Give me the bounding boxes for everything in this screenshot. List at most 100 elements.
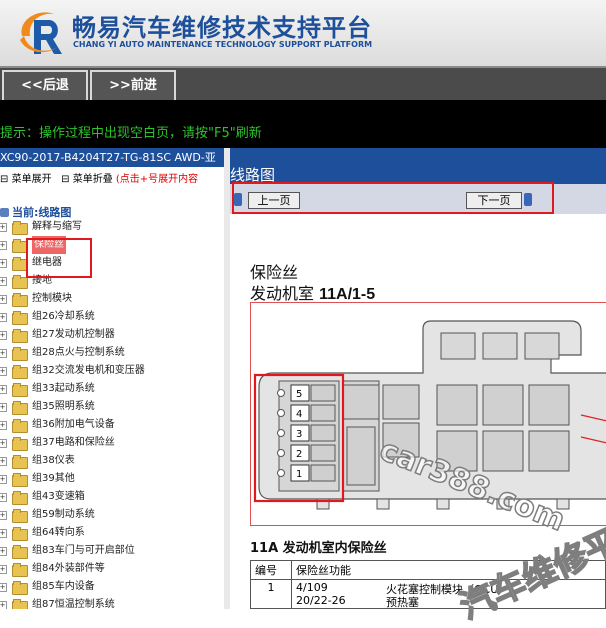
expand-plus-icon[interactable]: + — [0, 529, 7, 538]
sidebar-tree-item-label: 组38仪表 — [32, 455, 75, 466]
sidebar-tree-item-label: 组37电路和保险丝 — [32, 437, 115, 448]
folder-icon — [12, 599, 28, 609]
sidebar-tree-item-label: 组43变速箱 — [32, 491, 85, 502]
sidebar-tree-item-label: 组32交流发电机和变压器 — [32, 365, 145, 376]
sidebar-tree-item-label: 组28点火与控制系统 — [32, 347, 125, 358]
menu-controls: ⊟ 菜单展开 ⊟ 菜单折叠 (点击+号展开内容 — [0, 170, 224, 185]
sidebar-tree-item-label: 控制模块 — [32, 293, 72, 304]
folder-icon — [12, 401, 28, 415]
folder-icon — [12, 329, 28, 343]
expand-plus-icon[interactable]: + — [0, 331, 7, 340]
content-title-bar: 线路图 — [230, 148, 606, 184]
fuse-slot-label: 3 — [296, 429, 302, 440]
fuse-code-a: 4/109 — [296, 581, 328, 594]
collapse-icon[interactable]: ⊟ — [61, 174, 69, 185]
menu-hint: (点击+号展开内容 — [115, 174, 199, 185]
notice-bar: 提示：操作过程中出现空白页，请按"F5"刷新 — [0, 100, 606, 148]
fuse-slot-label: 5 — [296, 389, 302, 400]
fuse-slot-label: 4 — [296, 409, 302, 420]
folder-icon — [12, 563, 28, 577]
expand-plus-icon[interactable]: + — [0, 511, 7, 520]
expand-plus-icon[interactable]: + — [0, 421, 7, 430]
expand-plus-icon[interactable]: + — [0, 547, 7, 556]
document-view: 保险丝 发动机室 11A/1-5 5 4 3 2 1 11A 发动机室内保险丝 … — [230, 214, 606, 609]
back-button[interactable]: <<后退 — [2, 70, 88, 102]
col-function-header: 保险丝功能 — [291, 560, 606, 580]
sidebar: XC90-2017-B4204T27-TG-81SC AWD-亚 ⊟ 菜单展开 … — [0, 148, 230, 609]
fuse-slot-hole-icon — [277, 449, 285, 457]
logo-icon — [20, 12, 62, 54]
fuse-table: 编号 保险丝功能 1 4/109 20/22-26 火花塞控制模块（GCU） 预… — [250, 560, 606, 609]
highlight-box-fuse — [26, 238, 92, 278]
doc-subheading: 发动机室 11A/1-5 — [250, 280, 375, 304]
expand-plus-icon[interactable]: + — [0, 403, 7, 412]
expand-plus-icon[interactable]: + — [0, 223, 7, 232]
sidebar-tree-item-label: 组33起动系统 — [32, 383, 95, 394]
fuse-box-drawing: 5 4 3 2 1 — [253, 320, 606, 510]
sidebar-tree-item-label: 组27发动机控制器 — [32, 329, 115, 340]
folder-icon — [12, 527, 28, 541]
fuse-slot-body — [310, 464, 336, 482]
fuse-slot-hole-icon — [277, 469, 285, 477]
expand-plus-icon[interactable]: + — [0, 259, 7, 268]
expand-plus-icon[interactable]: + — [0, 583, 7, 592]
expand-plus-icon[interactable]: + — [0, 277, 7, 286]
folder-icon — [12, 509, 28, 523]
folder-icon — [12, 581, 28, 595]
highlight-box-pager — [232, 182, 554, 214]
fuse-slot-label: 2 — [296, 449, 302, 460]
sidebar-tree-item-label: 组35照明系统 — [32, 401, 95, 412]
forward-button[interactable]: >>前进 — [90, 70, 176, 102]
sidebar-tree-item-label: 解释与缩写 — [32, 221, 82, 232]
fuse-slot-body — [310, 384, 336, 402]
menu-collapse-link[interactable]: 菜单折叠 — [73, 174, 113, 185]
fuse-slot-body — [310, 444, 336, 462]
expand-plus-icon[interactable]: + — [0, 439, 7, 448]
sidebar-tree-item-label: 组83车门与可开启部位 — [32, 545, 135, 556]
fuse-slot-label: 1 — [296, 469, 302, 480]
folder-icon — [12, 473, 28, 487]
table-header-row: 编号 保险丝功能 — [250, 560, 606, 580]
folder-icon — [12, 311, 28, 325]
table-row: 1 4/109 20/22-26 火花塞控制模块（GCU） 预热塞 — [250, 579, 606, 609]
expand-plus-icon[interactable]: + — [0, 367, 7, 376]
folder-icon — [12, 491, 28, 505]
expand-plus-icon[interactable]: + — [0, 313, 7, 322]
expand-plus-icon[interactable]: + — [0, 295, 7, 304]
expand-plus-icon[interactable]: + — [0, 493, 7, 502]
expand-plus-icon[interactable]: + — [0, 385, 7, 394]
folder-icon — [12, 437, 28, 451]
folder-icon — [12, 545, 28, 559]
pager-bar: 上一页 下一页 — [230, 182, 606, 214]
folder-icon — [12, 455, 28, 469]
app-header: 畅易汽车维修技术支持平台 CHANG YI AUTO MAINTENANCE T… — [0, 0, 606, 66]
site-title: 畅易汽车维修技术支持平台 — [72, 14, 372, 42]
fuse-slot-body — [310, 424, 336, 442]
expand-plus-icon[interactable]: + — [0, 565, 7, 574]
expand-plus-icon[interactable]: + — [0, 475, 7, 484]
sidebar-tree-item-label: 组36附加电气设备 — [32, 419, 115, 430]
expand-plus-icon[interactable]: + — [0, 457, 7, 466]
menu-expand-link[interactable]: 菜单展开 — [12, 174, 52, 185]
expand-plus-icon[interactable]: + — [0, 349, 7, 358]
folder-icon — [12, 221, 28, 235]
site-subtitle: CHANG YI AUTO MAINTENANCE TECHNOLOGY SUP… — [73, 40, 373, 49]
fuse-slot-hole-icon — [277, 389, 285, 397]
refresh-notice: 提示：操作过程中出现空白页，请按"F5"刷新 — [0, 126, 262, 141]
folder-icon — [12, 419, 28, 433]
sidebar-tree-item-label: 组84外装部件等 — [32, 563, 105, 574]
fuse-slot-hole-icon — [277, 429, 285, 437]
vehicle-model: XC90-2017-B4204T27-TG-81SC AWD-亚 — [0, 148, 224, 167]
doc-subheading-code: 11A/1-5 — [319, 286, 376, 303]
sidebar-tree-item-label: 组85车内设备 — [32, 581, 95, 592]
doc-subheading-prefix: 发动机室 — [250, 284, 315, 303]
expand-plus-icon[interactable]: + — [0, 601, 7, 609]
folder-icon — [12, 383, 28, 397]
expand-icon[interactable]: ⊟ — [0, 174, 8, 185]
sidebar-tree-item-label: 组64转向系 — [32, 527, 85, 538]
expand-plus-icon[interactable]: + — [0, 241, 7, 250]
folder-icon — [12, 275, 28, 289]
fuse-table-title: 11A 发动机室内保险丝 — [250, 541, 387, 556]
sidebar-tree-item-label: 组26冷却系统 — [32, 311, 95, 322]
content-panel: 线路图 上一页 下一页 保险丝 发动机室 11A/1-5 5 4 3 2 1 1… — [230, 148, 606, 609]
